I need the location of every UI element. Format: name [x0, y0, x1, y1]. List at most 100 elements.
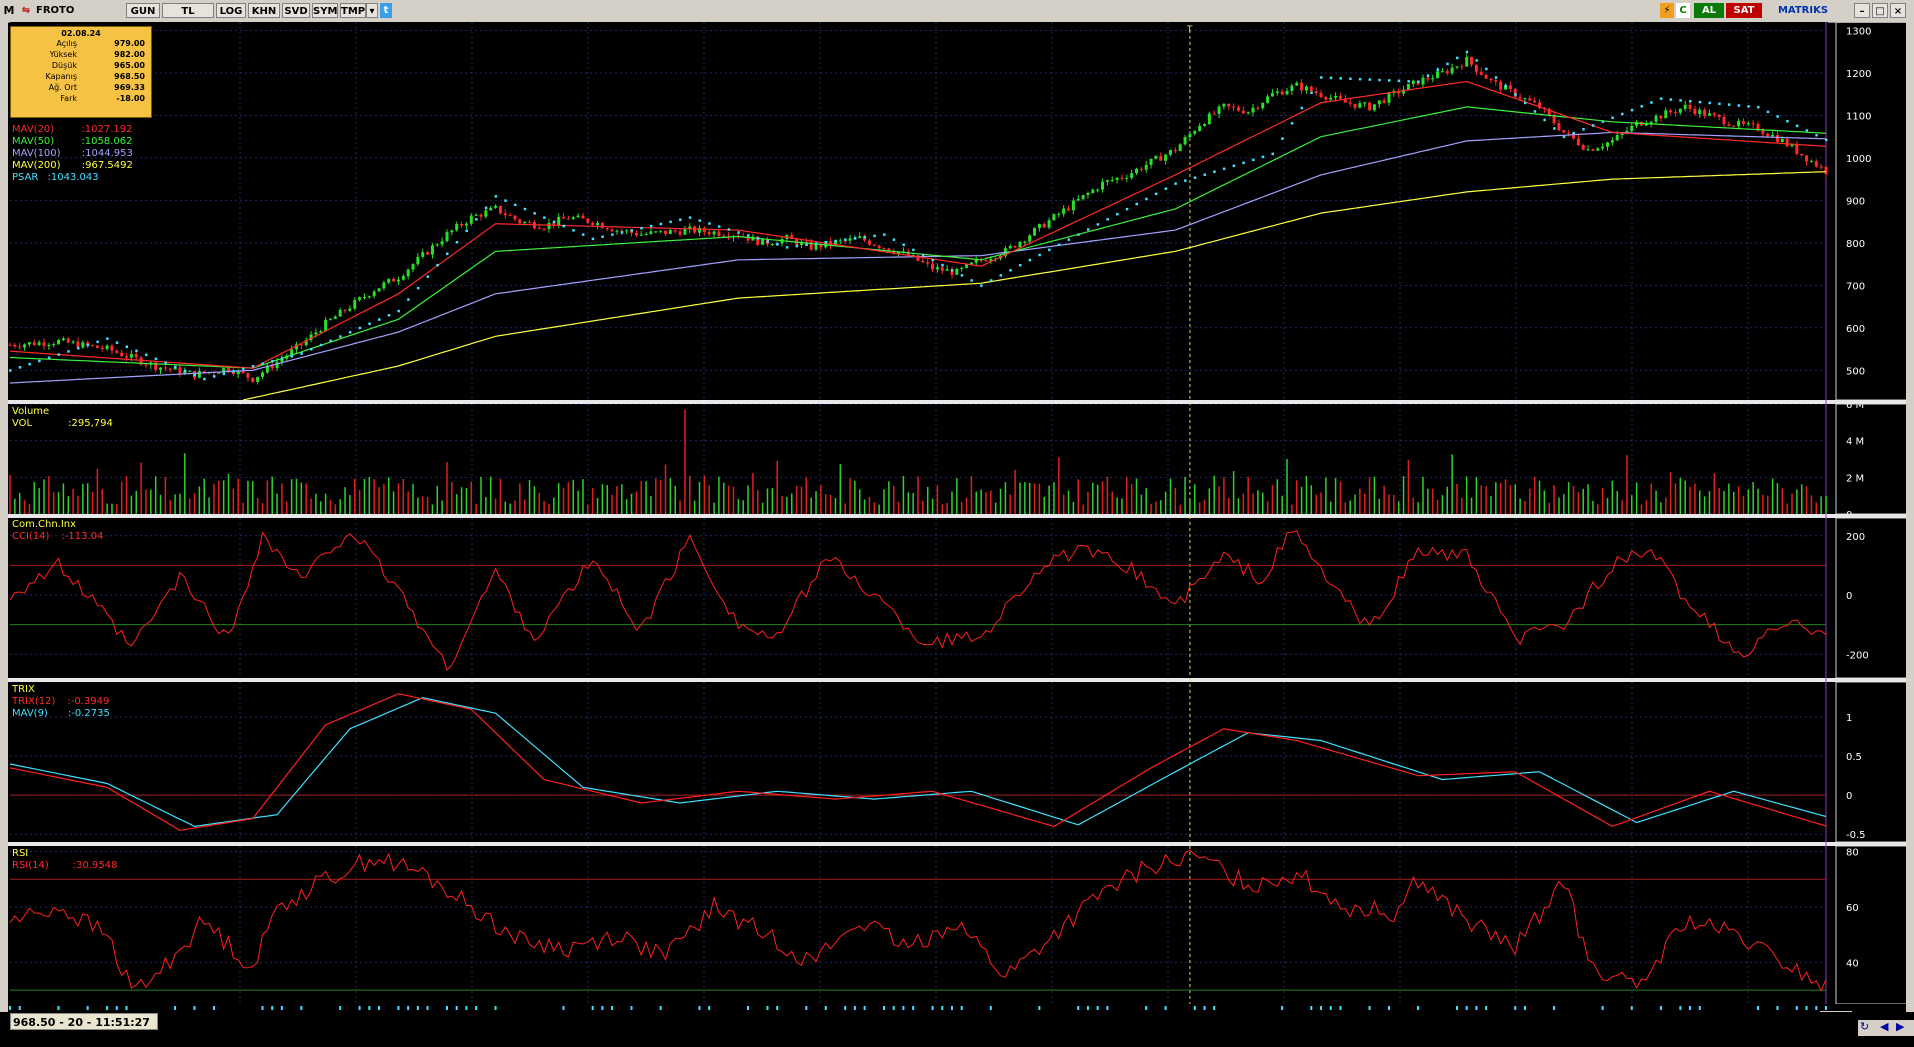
psar-dot — [1329, 76, 1333, 80]
candle-body — [1261, 102, 1265, 109]
candle-body — [605, 228, 609, 230]
psar-dot — [659, 222, 663, 226]
candle-body — [1285, 90, 1289, 95]
dropdown-arrow-icon[interactable]: ▾ — [366, 3, 378, 18]
psar-dot — [1358, 77, 1362, 81]
candle-body — [1164, 154, 1168, 161]
candle-body — [625, 230, 629, 232]
minimize-button[interactable]: – — [1854, 3, 1870, 18]
legend-name: TRIX(12) — [12, 696, 56, 707]
y-tick-label: 0 — [1846, 791, 1852, 802]
psar-dot — [1368, 78, 1372, 81]
x-axis-tick — [902, 1006, 905, 1010]
candle-body — [484, 210, 488, 217]
candle-body — [1411, 80, 1415, 84]
candle-body — [867, 240, 871, 245]
legend-value: :1043.043 — [47, 172, 99, 183]
candle-body — [1105, 180, 1109, 182]
psar-dot — [1553, 127, 1556, 130]
psar-dot — [329, 339, 332, 343]
info-row-diff: Fark -18.00 — [11, 93, 151, 104]
candle-body — [144, 364, 148, 366]
psar-dot — [620, 231, 624, 234]
candle-body — [319, 331, 323, 333]
candle-body — [1115, 177, 1119, 180]
close-button[interactable]: × — [1890, 3, 1906, 18]
candle-body — [1314, 91, 1318, 94]
info-label: Ağ. Ort — [48, 83, 77, 92]
psar-dot — [727, 228, 731, 231]
candle-body — [1518, 96, 1522, 99]
sell-button[interactable]: SAT — [1726, 3, 1762, 18]
candle-body — [1125, 177, 1129, 179]
psar-dot — [795, 244, 799, 248]
candle-body — [1251, 107, 1255, 113]
ticker-label[interactable]: FROTO — [36, 3, 82, 18]
candle-body — [1557, 123, 1561, 131]
khn-button[interactable]: KHN — [248, 3, 280, 18]
log-button[interactable]: LOG — [216, 3, 246, 18]
x-axis-tick — [339, 1006, 342, 1010]
candle-body — [1052, 214, 1056, 221]
maximize-button[interactable]: □ — [1872, 3, 1888, 18]
x-axis-tick — [397, 1006, 400, 1010]
candle-body — [115, 350, 119, 353]
pane-separator — [0, 842, 1914, 846]
candle-body — [396, 279, 400, 282]
psar-dot — [873, 234, 876, 238]
sync-icon[interactable]: ↻ — [1860, 1020, 1869, 1033]
svd-button[interactable]: SVD — [282, 3, 310, 18]
candle-body — [227, 368, 231, 372]
psar-dot — [611, 233, 614, 236]
candle-body — [1309, 86, 1313, 92]
x-axis-tick — [57, 1006, 60, 1010]
psar-dot — [1465, 50, 1469, 54]
candle-body — [445, 232, 449, 242]
candle-body — [1591, 149, 1595, 151]
pane-separator — [0, 400, 1914, 404]
x-axis-tick — [446, 1006, 449, 1010]
twitter-icon[interactable]: t — [380, 3, 392, 18]
scroll-right-icon[interactable]: ▶ — [1896, 1020, 1904, 1033]
psar-dot — [1426, 74, 1430, 78]
candle-body — [469, 215, 473, 224]
buy-button[interactable]: AL — [1694, 3, 1724, 18]
psar-dot — [1689, 99, 1692, 103]
candle-body — [664, 230, 668, 234]
candle-body — [596, 223, 600, 226]
candle-body — [430, 245, 434, 255]
candle-body — [1202, 124, 1206, 126]
candle-body — [1270, 93, 1274, 97]
info-row-open: Açılış 979.00 — [11, 38, 151, 49]
y-tick-label: 0 — [1846, 591, 1852, 602]
x-axis-tick — [465, 1006, 468, 1010]
x-axis-tick — [776, 1006, 779, 1010]
candle-body — [1358, 103, 1362, 108]
candle-body — [1814, 161, 1818, 167]
info-value: 982.00 — [114, 50, 145, 59]
tmp-button[interactable]: TMP — [340, 3, 366, 18]
psar-dot — [280, 357, 284, 360]
candle-body — [566, 218, 570, 220]
candle-body — [1324, 96, 1328, 100]
candle-body — [343, 309, 347, 311]
candle-body — [217, 372, 221, 374]
currency-button[interactable]: TL — [162, 3, 214, 18]
x-axis-tick — [1815, 1006, 1818, 1010]
candle-body — [1751, 123, 1755, 125]
psar-dot — [776, 243, 779, 246]
sym-button[interactable]: SYM — [312, 3, 338, 18]
candle-body — [1576, 138, 1580, 146]
menu-icon[interactable]: M — [2, 3, 16, 18]
flash-icon[interactable]: ⚡ — [1660, 3, 1674, 18]
psar-dot — [960, 274, 964, 277]
candle-body — [1212, 113, 1216, 115]
psar-dot — [834, 239, 837, 243]
refresh-icon[interactable]: C — [1676, 3, 1690, 18]
psar-dot — [1339, 77, 1342, 80]
info-value: -18.00 — [116, 94, 145, 103]
period-button[interactable]: GUN — [126, 3, 160, 18]
candle-body — [673, 230, 677, 232]
scroll-left-icon[interactable]: ◀ — [1880, 1020, 1888, 1033]
candle-body — [18, 346, 22, 348]
